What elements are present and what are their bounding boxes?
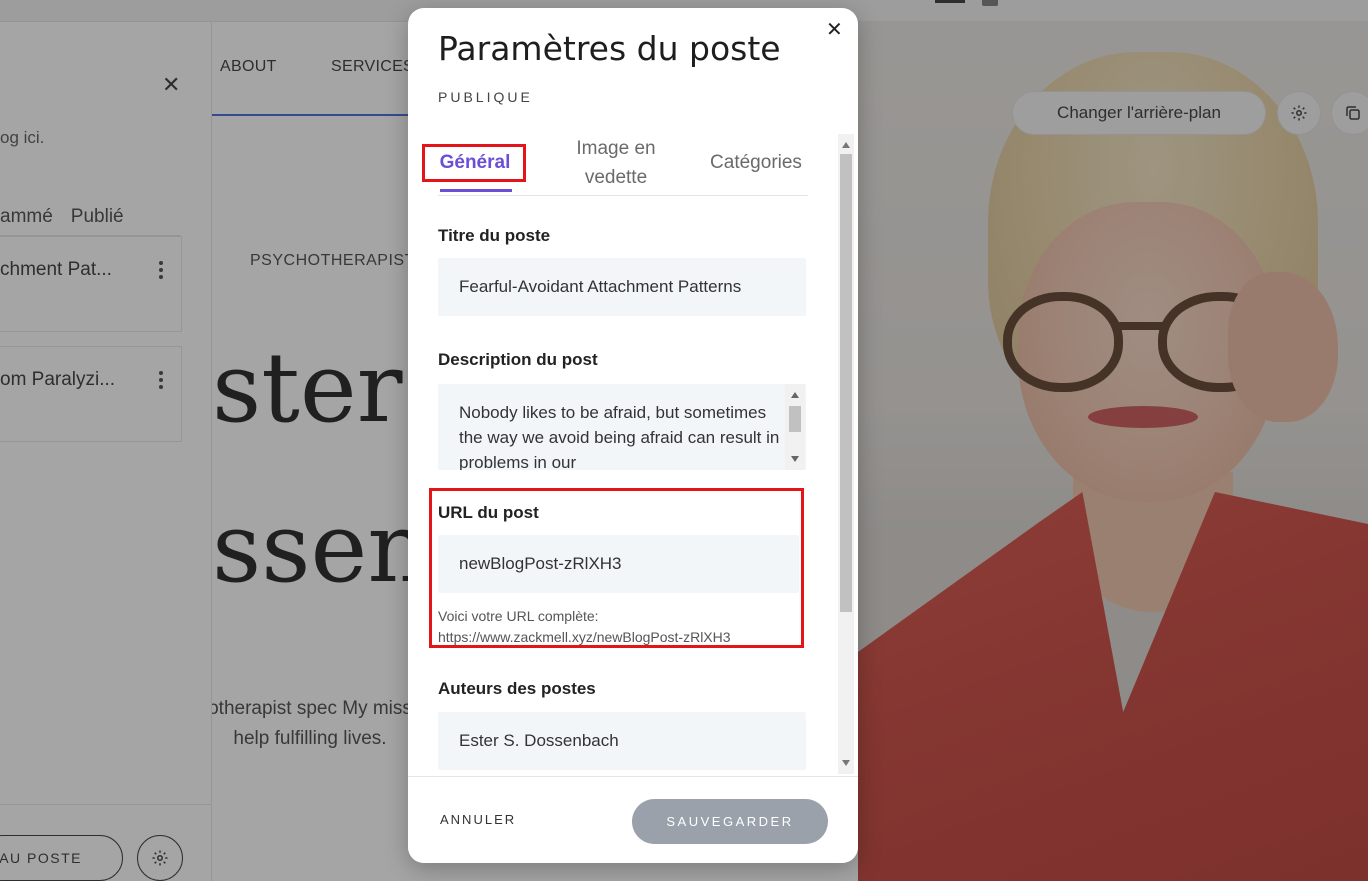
description-scrollbar[interactable] [785,384,805,470]
cancel-button[interactable]: ANNULER [440,812,516,827]
highlight-box-post-url [429,488,804,648]
modal-footer: ANNULER SAUVEGARDER [408,776,858,863]
modal-scrollbar[interactable] [838,134,854,774]
modal-title: Paramètres du poste [438,29,781,68]
post-settings-modal: Paramètres du poste ✕ PUBLIQUE Général I… [408,8,858,863]
save-button[interactable]: SAUVEGARDER [632,799,828,844]
post-description-textarea[interactable]: Nobody likes to be afraid, but sometimes… [438,384,806,470]
highlight-box-general-tab [422,144,526,182]
active-tab-indicator [440,189,512,192]
post-title-input[interactable]: Fearful-Avoidant Attachment Patterns [438,258,806,316]
tab-featured-image[interactable]: Image en vedette [566,134,666,192]
tab-categories[interactable]: Catégories [704,148,808,177]
post-authors-label: Auteurs des postes [438,679,596,698]
post-description-label: Description du post [438,350,598,369]
modal-scroll-area[interactable]: Général Image en vedette Catégories Titr… [408,134,858,774]
post-title-label: Titre du poste [438,226,551,245]
modal-status: PUBLIQUE [438,89,533,105]
post-authors-input[interactable]: Ester S. Dossenbach [438,712,806,770]
close-icon[interactable]: ✕ [826,20,843,40]
